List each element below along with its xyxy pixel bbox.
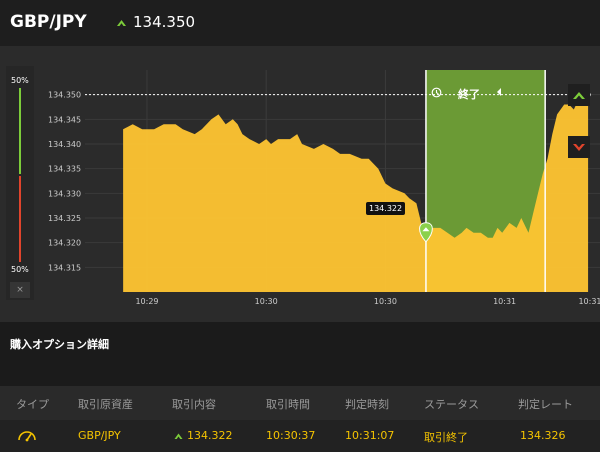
x-axis-labels: 10:29 10:30 10:30 10:31 10:31 [135, 297, 600, 306]
currency-pair: GBP/JPY [10, 12, 87, 32]
chevron-left-icon [497, 88, 501, 96]
clock-icon [431, 87, 442, 98]
gauge-icon [18, 431, 36, 442]
high-button[interactable] [568, 84, 590, 106]
y-tick-label: 134.340 [48, 140, 81, 149]
column-judge-rate: 判定レート [518, 398, 573, 411]
column-asset: 取引原資産 [78, 398, 133, 411]
column-trade-time: 取引時間 [266, 398, 310, 411]
y-axis-labels: 134.350 134.345 134.340 134.335 134.330 134.3… [48, 91, 81, 273]
up-arrow-icon [117, 20, 126, 26]
y-tick-label: 134.325 [48, 214, 81, 223]
purchase-rate-tooltip: 134.322 [366, 202, 406, 215]
row-status: 取引終了 [424, 431, 468, 444]
y-tick-label: 134.320 [48, 239, 81, 248]
y-tick-label: 134.335 [48, 165, 81, 174]
price-chart: 134.350 134.345 134.340 134.335 134.330 134.3… [48, 70, 600, 306]
row-asset: GBP/JPY [78, 429, 121, 442]
y-tick-label: 134.330 [48, 189, 81, 198]
options-table: タイプ 取引原資産 取引内容 取引時間 判定時刻 ステータス 判定レート GBP… [0, 386, 600, 452]
down-arrow-icon [573, 144, 585, 151]
y-tick-label: 134.350 [48, 91, 81, 100]
table-header: タイプ 取引原資産 取引内容 取引時間 判定時刻 ステータス 判定レート [0, 386, 600, 420]
current-price: 134.350 [133, 13, 196, 31]
column-status: ステータス [424, 398, 479, 411]
details-title: 購入オプション詳細 [10, 338, 109, 351]
column-content: 取引内容 [172, 398, 216, 411]
row-judge-time: 10:31:07 [345, 429, 395, 442]
column-judge-time: 判定時刻 [345, 398, 389, 411]
low-button[interactable] [568, 136, 590, 158]
end-label: 終了 [458, 88, 480, 101]
y-tick-label: 134.345 [48, 115, 81, 124]
y-tick-label: 134.315 [48, 263, 81, 272]
header-bar: GBP/JPY 134.350 [0, 0, 600, 46]
row-judge-rate: 134.326 [520, 429, 566, 442]
up-arrow-icon [573, 92, 585, 99]
x-tick-label: 10:30 [374, 297, 397, 306]
x-tick-label: 10:30 [255, 297, 278, 306]
row-trade-time: 10:30:37 [266, 429, 316, 442]
x-tick-label: 10:31 [578, 297, 600, 306]
details-section-header: 購入オプション詳細 [0, 322, 600, 364]
up-arrow-icon [174, 433, 183, 439]
x-tick-label: 10:31 [493, 297, 516, 306]
x-tick-label: 10:29 [135, 297, 158, 306]
row-rate: 134.322 [187, 429, 233, 442]
column-type: タイプ [16, 398, 49, 411]
